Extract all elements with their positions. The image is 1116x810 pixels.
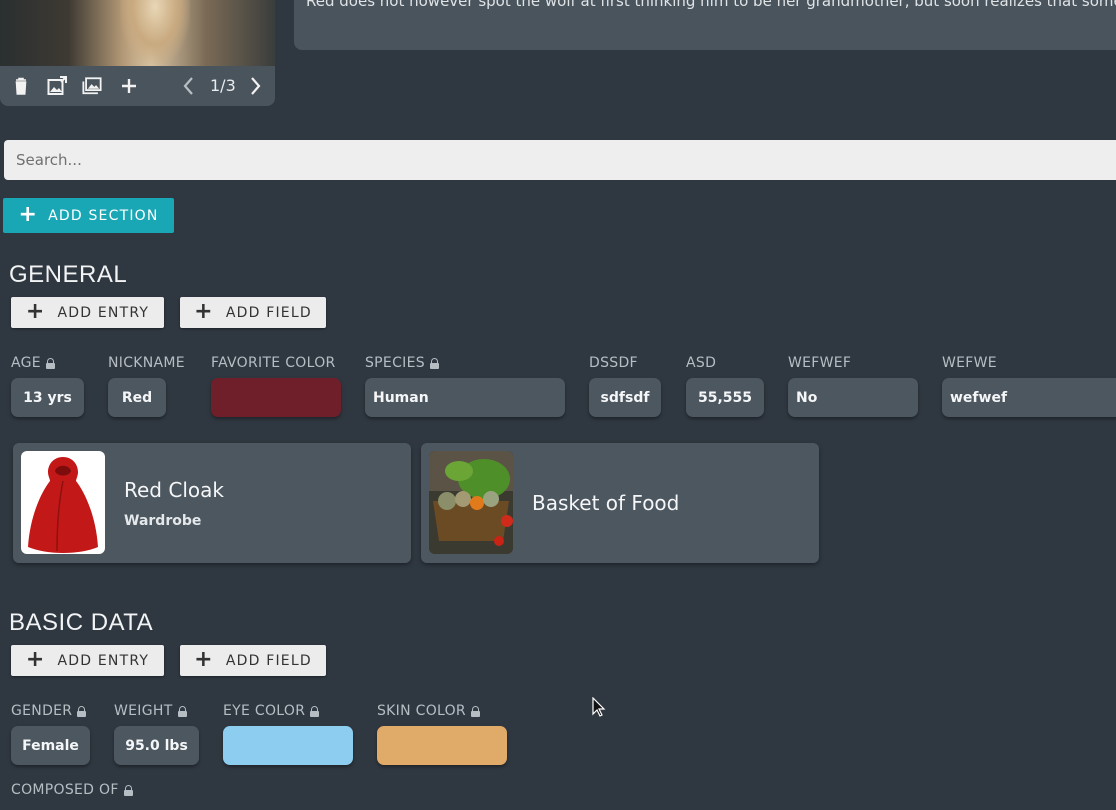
add-field-button[interactable]: + ADD FIELD [180, 645, 326, 676]
lock-icon [123, 784, 133, 796]
lock-icon [429, 357, 439, 369]
field-value-species[interactable]: Human [365, 378, 565, 417]
add-icon[interactable] [119, 76, 139, 96]
field-value-wefwe[interactable]: wefwef [942, 378, 1116, 417]
plus-icon: + [194, 298, 214, 324]
add-entry-label: ADD ENTRY [57, 304, 150, 321]
add-section-button[interactable]: + ADD SECTION [3, 198, 174, 233]
plus-icon: + [25, 298, 46, 324]
field-value-nickname[interactable]: Red [108, 378, 166, 417]
entry-subtitle: Wardrobe [124, 513, 202, 529]
field-label-wefwef: WEFWEF [788, 355, 852, 371]
field-value-eye-color[interactable] [223, 726, 353, 765]
field-value-gender[interactable]: Female [11, 726, 90, 765]
add-section-label: ADD SECTION [48, 207, 159, 224]
field-value-weight[interactable]: 95.0 lbs [114, 726, 199, 765]
search-input[interactable] [4, 140, 1116, 180]
field-label-composed-of: COMPOSED OF [11, 782, 133, 798]
add-entry-button[interactable]: + ADD ENTRY [11, 645, 164, 676]
lock-icon [177, 705, 187, 717]
red-cloak-image [21, 451, 105, 554]
trash-icon[interactable] [11, 76, 31, 96]
add-field-label: ADD FIELD [225, 304, 312, 321]
field-label-gender: GENDER [11, 703, 87, 719]
gallery-icon[interactable] [82, 76, 102, 96]
add-entry-button[interactable]: + ADD ENTRY [11, 297, 164, 328]
field-label-eye-color: EYE COLOR [223, 703, 320, 719]
add-field-label: ADD FIELD [225, 652, 312, 669]
field-value-dssdf[interactable]: sdfsdf [589, 378, 661, 417]
field-label-species: SPECIES [365, 355, 439, 371]
lock-icon [45, 357, 55, 369]
chevron-right-icon[interactable] [245, 76, 265, 96]
add-field-button[interactable]: + ADD FIELD [180, 297, 326, 328]
field-label-weight: WEIGHT [114, 703, 187, 719]
field-label-favorite-color: FAVORITE COLOR [211, 355, 336, 371]
entry-card-basket-of-food[interactable]: Basket of Food [421, 443, 819, 563]
lock-icon [77, 705, 87, 717]
entry-title: Basket of Food [532, 491, 680, 515]
section-title-basic-data: BASIC DATA [9, 609, 154, 636]
plus-icon: + [194, 646, 214, 672]
field-value-wefwef[interactable]: No [788, 378, 918, 417]
field-value-skin-color[interactable] [377, 726, 507, 765]
entry-card-red-cloak[interactable]: Red Cloak Wardrobe [13, 443, 411, 563]
field-label-asd: ASD [686, 355, 717, 371]
field-label-wefwe: WEFWE [942, 355, 997, 371]
field-value-favorite-color[interactable] [211, 378, 341, 417]
field-label-dssdf: DSSDF [589, 355, 638, 371]
character-image[interactable] [0, 0, 275, 66]
entry-title: Red Cloak [124, 478, 224, 502]
add-entry-label: ADD ENTRY [57, 652, 150, 669]
field-label-nickname: NICKNAME [108, 355, 185, 371]
chevron-left-icon[interactable] [179, 76, 199, 96]
description-text: Red does not however spot the wolf at fi… [306, 0, 1116, 10]
mouse-cursor-icon [592, 696, 606, 717]
field-value-asd[interactable]: 55,555 [686, 378, 764, 417]
field-value-age[interactable]: 13 yrs [11, 378, 84, 417]
lock-icon [310, 705, 320, 717]
image-export-icon[interactable] [47, 76, 67, 96]
image-pager: 1/3 [210, 76, 236, 95]
plus-icon: + [18, 201, 39, 227]
lock-icon [470, 705, 480, 717]
description-box[interactable]: Red does not however spot the wolf at fi… [294, 0, 1116, 50]
section-title-general: GENERAL [9, 261, 128, 288]
field-label-skin-color: SKIN COLOR [377, 703, 480, 719]
field-label-age: AGE [11, 355, 55, 371]
basket-of-food-image [429, 451, 513, 554]
image-viewer: 1/3 [0, 0, 275, 106]
plus-icon: + [25, 646, 46, 672]
